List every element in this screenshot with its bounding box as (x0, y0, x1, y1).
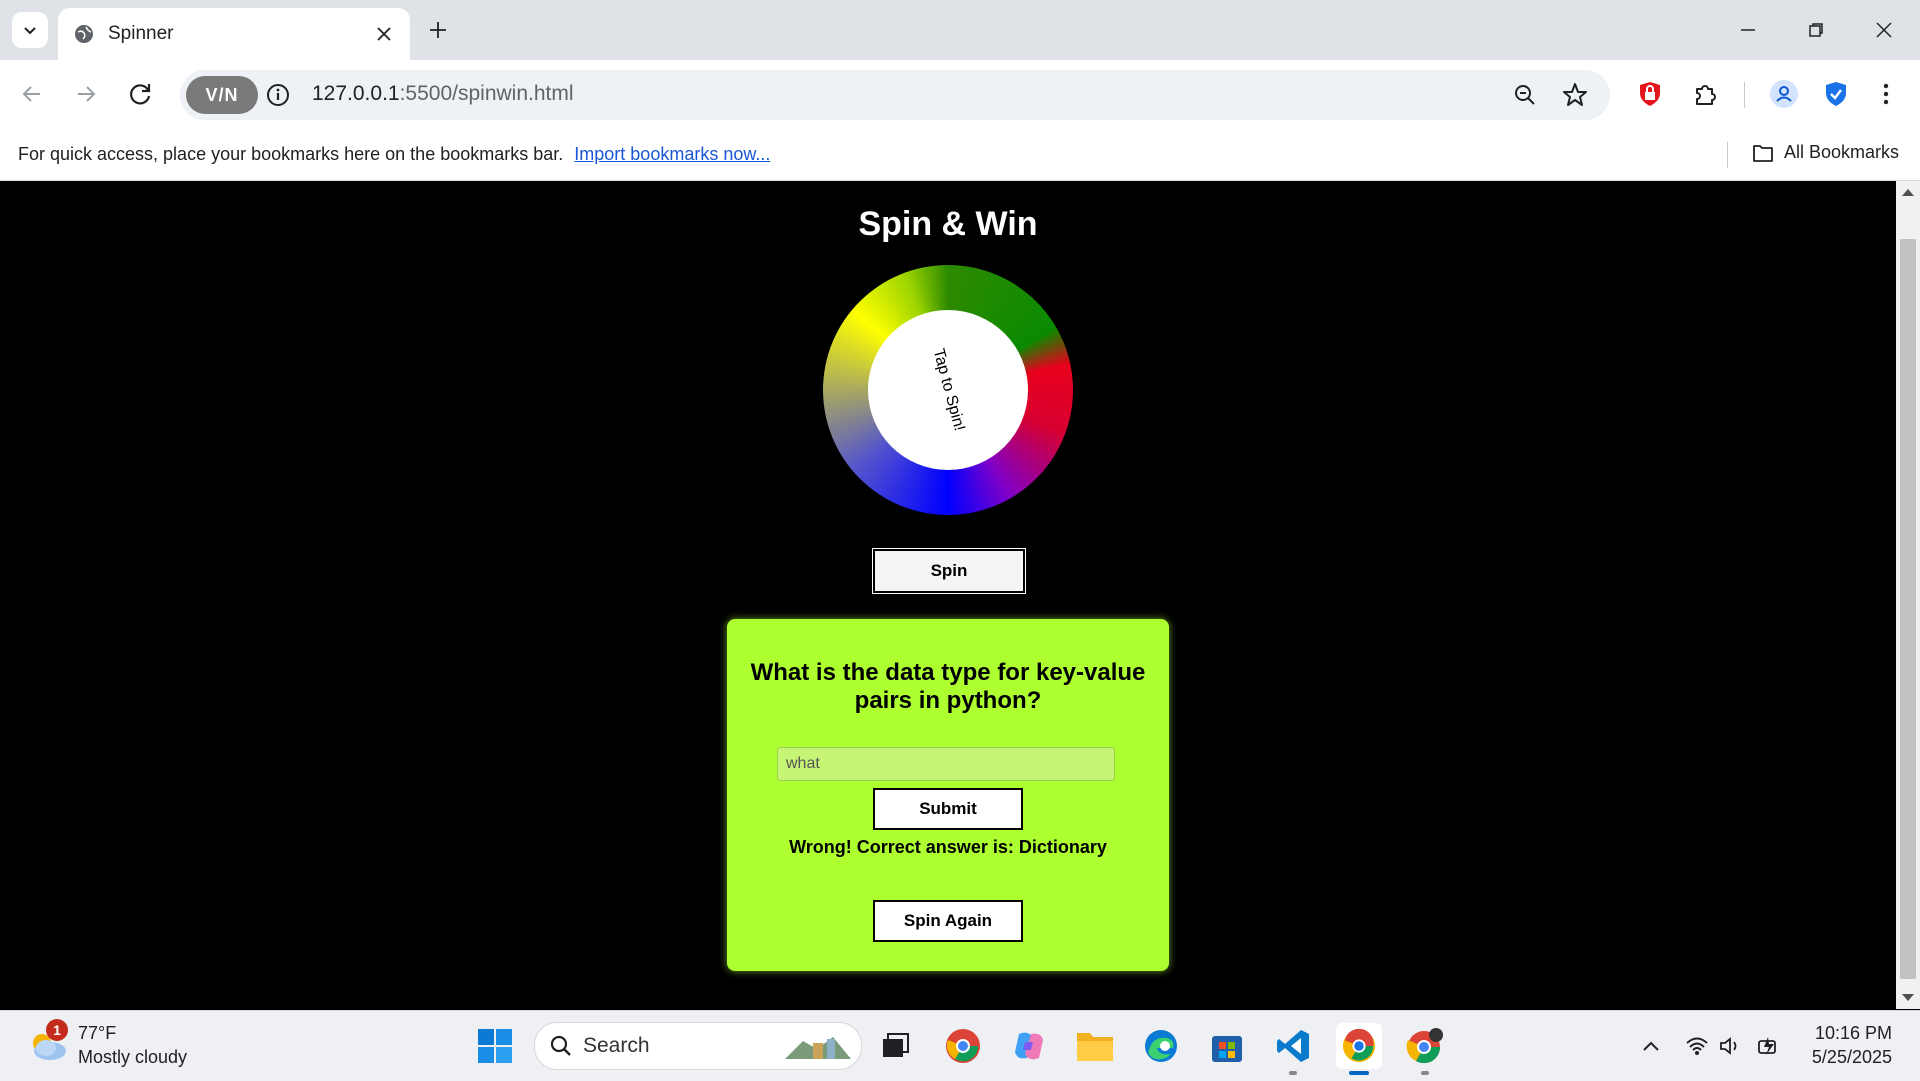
all-bookmarks-label: All Bookmarks (1784, 142, 1900, 162)
vscode-icon[interactable] (1270, 1023, 1316, 1075)
toolbar-separator (1744, 82, 1745, 108)
zoom-icon[interactable] (1510, 80, 1540, 110)
new-tab-icon[interactable] (422, 14, 454, 46)
answer-input[interactable] (777, 747, 1115, 781)
minimize-icon[interactable] (1714, 0, 1782, 60)
running-indicator (1421, 1071, 1429, 1075)
tab-search-button[interactable] (12, 12, 48, 48)
url-host: 127.0.0.1 (312, 82, 400, 105)
active-indicator (1349, 1071, 1369, 1075)
folder-icon (1753, 144, 1773, 162)
spin-again-button[interactable]: Spin Again (873, 900, 1023, 942)
chevron-down-icon (24, 27, 36, 35)
scroll-down-arrow[interactable] (1902, 994, 1914, 1001)
url-path: :5500/spinwin.html (399, 82, 574, 105)
copilot-icon[interactable] (1006, 1023, 1052, 1069)
browser-tab[interactable]: Spinner (58, 8, 410, 60)
bookmarks-prompt-text: For quick access, place your bookmarks h… (18, 144, 564, 164)
forward-icon[interactable] (66, 74, 106, 114)
tab-title: Spinner (108, 23, 174, 44)
back-icon[interactable] (12, 74, 52, 114)
chrome-active-icon[interactable] (1336, 1023, 1382, 1075)
page-scrollbar[interactable] (1896, 181, 1920, 1009)
address-bar[interactable]: V/N 127.0.0.1:5500/spinwin.html (180, 70, 1610, 120)
scroll-up-arrow[interactable] (1902, 189, 1914, 196)
bookmarks-prompt: For quick access, place your bookmarks h… (18, 144, 770, 165)
wheel-label: Tap to Spin! (929, 346, 968, 433)
globe-icon (72, 22, 96, 46)
weather-widget[interactable]: 1 77°F Mostly cloudy (26, 1019, 188, 1069)
spin-wheel[interactable]: Tap to Spin! (823, 265, 1073, 515)
profile-avatar-icon[interactable] (1764, 74, 1804, 114)
running-indicator (1289, 1071, 1297, 1075)
taskbar-search-label: Search (583, 1034, 650, 1057)
weather-temp: 77°F (78, 1023, 117, 1043)
puzzle-extensions-icon[interactable] (1685, 74, 1725, 114)
taskbar: 1 77°F Mostly cloudy Search 10:16 PM 5/2… (0, 1010, 1920, 1081)
weather-badge: 1 (46, 1019, 68, 1041)
bookmarks-bar: For quick access, place your bookmarks h… (0, 130, 1920, 181)
page-title: Spin & Win (858, 205, 1038, 243)
system-clock[interactable]: 10:16 PM 5/25/2025 (1796, 1021, 1892, 1069)
file-explorer-icon[interactable] (1072, 1023, 1118, 1069)
chrome-icon[interactable] (940, 1023, 986, 1069)
more-menu-icon[interactable] (1866, 74, 1906, 114)
taskbar-search[interactable]: Search (534, 1022, 862, 1070)
search-highlight-icon (785, 1037, 851, 1059)
weather-desc: Mostly cloudy (78, 1047, 188, 1067)
question-text: What is the data type for key-value pair… (750, 659, 1146, 714)
site-info-icon[interactable] (266, 83, 290, 107)
adblock-extension-icon[interactable] (1630, 74, 1670, 114)
store-icon[interactable] (1204, 1023, 1250, 1069)
reload-icon[interactable] (120, 74, 160, 114)
edge-icon[interactable] (1138, 1023, 1184, 1069)
wheel-hub[interactable]: Tap to Spin! (868, 310, 1028, 470)
import-bookmarks-link[interactable]: Import bookmarks now... (574, 144, 770, 164)
result-message: Wrong! Correct answer is: Dictionary (789, 837, 1107, 857)
bookmarks-separator (1727, 142, 1728, 168)
page-content: Spin & Win Tap to Spin! Spin What is the… (0, 181, 1896, 1009)
spin-button[interactable]: Spin (872, 548, 1026, 594)
vpn-badge[interactable]: V/N (186, 76, 258, 114)
star-icon[interactable] (1560, 80, 1590, 110)
task-view-icon[interactable] (872, 1023, 918, 1069)
close-window-icon[interactable] (1850, 0, 1918, 60)
all-bookmarks-button[interactable]: All Bookmarks (1752, 142, 1899, 163)
search-icon (550, 1035, 571, 1056)
clock-date: 5/25/2025 (1811, 1047, 1892, 1067)
clock-time: 10:16 PM (1814, 1023, 1892, 1043)
volume-icon[interactable] (1716, 1031, 1746, 1061)
submit-button[interactable]: Submit (873, 788, 1023, 830)
windows-start-icon[interactable] (472, 1023, 518, 1069)
browser-toolbar: V/N 127.0.0.1:5500/spinwin.html (0, 60, 1920, 130)
scroll-thumb[interactable] (1900, 239, 1916, 979)
battery-icon[interactable] (1754, 1031, 1784, 1061)
restore-icon[interactable] (1782, 0, 1850, 60)
cloudy-weather-icon: 1 (26, 1019, 70, 1065)
question-card: What is the data type for key-value pair… (727, 619, 1169, 971)
url-text[interactable]: 127.0.0.1:5500/spinwin.html (312, 82, 574, 106)
tab-strip: Spinner (0, 0, 1920, 60)
close-tab-icon[interactable] (370, 20, 398, 48)
chrome-profile-icon[interactable] (1402, 1023, 1448, 1075)
wifi-icon[interactable] (1682, 1031, 1712, 1061)
show-hidden-icons[interactable] (1636, 1031, 1666, 1061)
shield-check-extension-icon[interactable] (1816, 74, 1856, 114)
